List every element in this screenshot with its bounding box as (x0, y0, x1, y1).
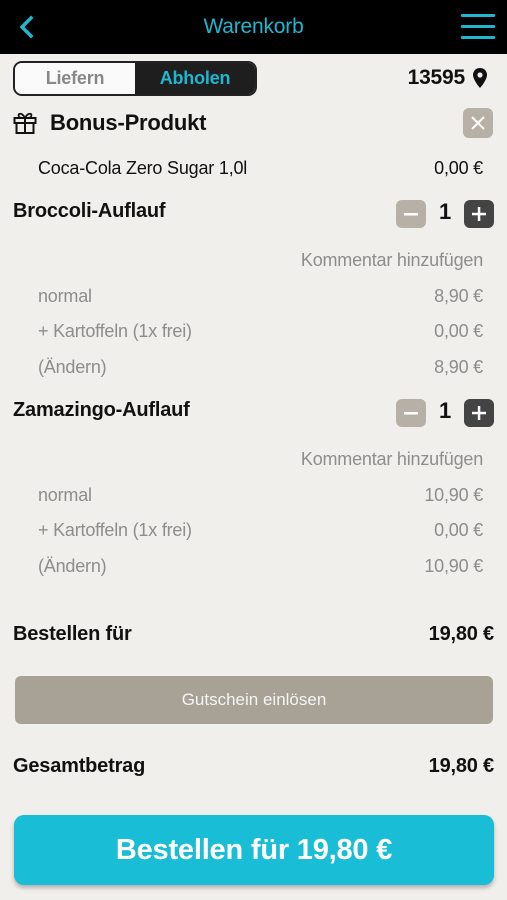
redeem-voucher-button[interactable]: Gutschein einlösen (15, 676, 493, 724)
item-extra-price: 0,00 € (434, 520, 483, 540)
item-variant-price: 10,90 € (424, 485, 483, 505)
hamburger-menu-icon[interactable] (461, 14, 495, 40)
add-comment-link[interactable]: Kommentar hinzufügen (301, 449, 483, 470)
location-pin-icon (473, 68, 487, 88)
minus-icon (404, 212, 418, 215)
total-label: Gesamtbetrag (13, 755, 146, 777)
bonus-product-header: Bonus-Produkt (13, 108, 493, 140)
minus-icon (404, 411, 418, 414)
item-name: Zamazingo-Auflauf (13, 399, 190, 421)
tab-deliver[interactable]: Liefern (15, 63, 135, 94)
plus-icon (472, 207, 486, 221)
subtotal-label: Bestellen für (13, 623, 132, 645)
postal-code[interactable]: 13595 (408, 66, 487, 90)
item-extra-price: 0,00 € (434, 321, 483, 341)
delivery-mode-toggle: Liefern Abholen (13, 61, 257, 96)
item-quantity: 1 (438, 199, 452, 224)
item-quantity: 1 (438, 398, 452, 423)
bonus-product-title: Bonus-Produkt (50, 110, 207, 135)
bonus-item-name: Coca-Cola Zero Sugar 1,0l (38, 158, 248, 178)
increase-quantity-button[interactable] (464, 399, 494, 427)
change-item-link[interactable]: (Ändern) (38, 556, 107, 577)
change-item-link[interactable]: (Ändern) (38, 357, 107, 378)
close-icon (471, 116, 485, 130)
item-variant: normal (38, 286, 92, 306)
item-variant-price: 8,90 € (434, 286, 483, 306)
app-header: Warenkorb (0, 0, 507, 54)
item-extra: + Kartoffeln (1x frei) (38, 520, 192, 540)
postal-code-value: 13595 (407, 66, 466, 89)
remove-bonus-button[interactable] (463, 108, 493, 138)
add-comment-link[interactable]: Kommentar hinzufügen (301, 250, 483, 271)
place-order-button[interactable]: Bestellen für 19,80 € (14, 815, 494, 885)
bonus-item-price: 0,00 € (434, 158, 483, 178)
item-total: 8,90 € (434, 357, 483, 377)
plus-icon (472, 406, 486, 420)
back-chevron-icon[interactable] (14, 14, 40, 40)
increase-quantity-button[interactable] (464, 200, 494, 228)
item-variant: normal (38, 485, 92, 505)
item-extra: + Kartoffeln (1x frei) (38, 321, 192, 341)
tab-pickup[interactable]: Abholen (135, 63, 255, 94)
item-total: 10,90 € (424, 556, 483, 576)
total-value: 19,80 € (428, 755, 495, 777)
gift-icon (13, 112, 37, 134)
subtotal-value: 19,80 € (428, 623, 495, 645)
decrease-quantity-button[interactable] (396, 399, 426, 427)
page-title: Warenkorb (203, 15, 304, 38)
decrease-quantity-button[interactable] (396, 200, 426, 228)
item-name: Broccoli-Auflauf (13, 200, 166, 222)
